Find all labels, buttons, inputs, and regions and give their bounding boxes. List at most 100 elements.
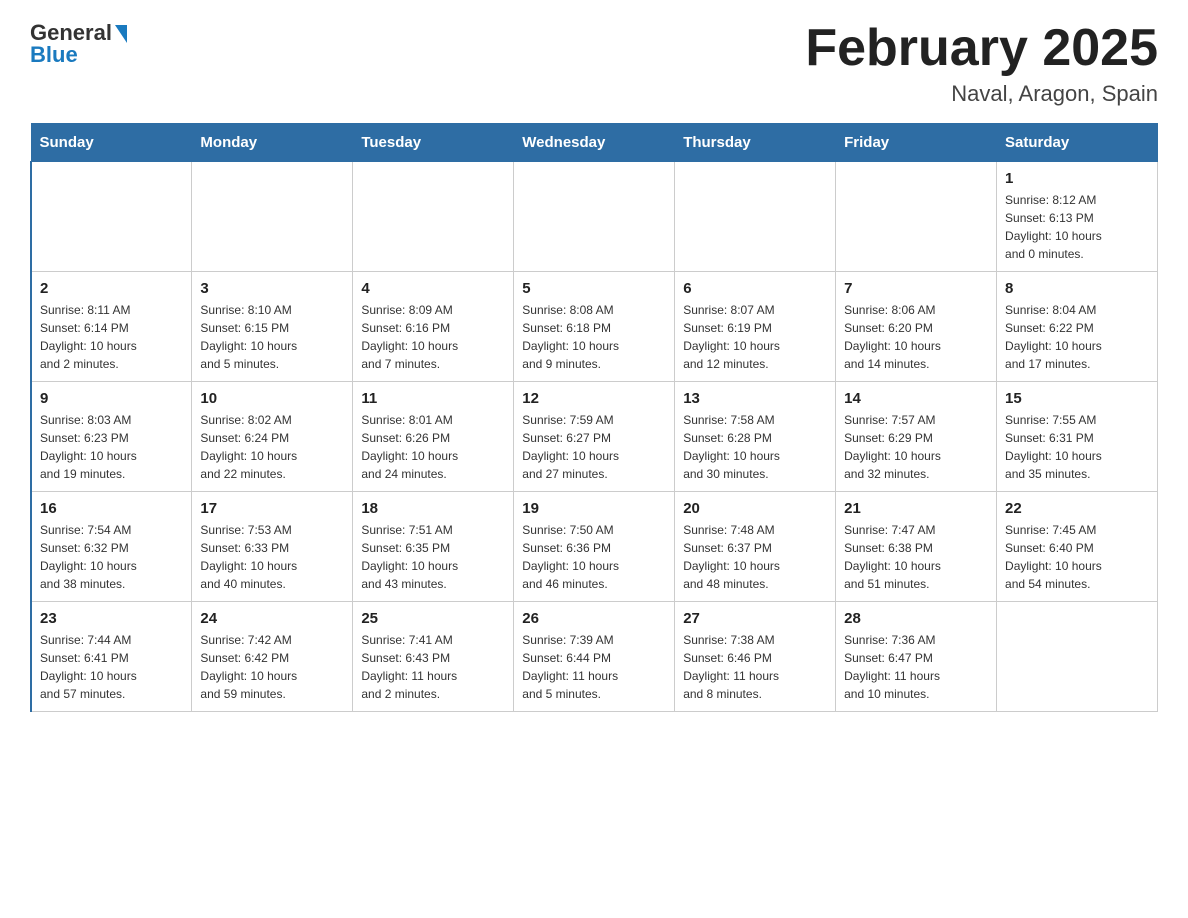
weekday-header-saturday: Saturday bbox=[997, 124, 1158, 162]
calendar-cell: 25 Sunrise: 7:41 AM Sunset: 6:43 PM Dayli… bbox=[353, 602, 514, 712]
logo-triangle-icon bbox=[115, 25, 127, 43]
day-info: Sunrise: 7:42 AM Sunset: 6:42 PM Dayligh… bbox=[200, 631, 344, 703]
logo-blue-text: Blue bbox=[30, 42, 78, 68]
weekday-header-thursday: Thursday bbox=[675, 124, 836, 162]
calendar-cell: 10 Sunrise: 8:02 AM Sunset: 6:24 PM Dayli… bbox=[192, 382, 353, 492]
day-number: 10 bbox=[200, 390, 344, 407]
calendar-cell: 7 Sunrise: 8:06 AM Sunset: 6:20 PM Daylig… bbox=[836, 272, 997, 382]
calendar-cell: 12 Sunrise: 7:59 AM Sunset: 6:27 PM Dayli… bbox=[514, 382, 675, 492]
day-info: Sunrise: 7:51 AM Sunset: 6:35 PM Dayligh… bbox=[361, 521, 505, 593]
month-title: February 2025 bbox=[805, 20, 1158, 77]
calendar-cell bbox=[836, 162, 997, 272]
day-info: Sunrise: 7:45 AM Sunset: 6:40 PM Dayligh… bbox=[1005, 521, 1149, 593]
calendar-cell bbox=[514, 162, 675, 272]
day-info: Sunrise: 8:10 AM Sunset: 6:15 PM Dayligh… bbox=[200, 301, 344, 373]
day-number: 20 bbox=[683, 500, 827, 517]
weekday-header-row: SundayMondayTuesdayWednesdayThursdayFrid… bbox=[31, 124, 1158, 162]
day-info: Sunrise: 7:44 AM Sunset: 6:41 PM Dayligh… bbox=[40, 631, 183, 703]
day-number: 19 bbox=[522, 500, 666, 517]
day-info: Sunrise: 8:01 AM Sunset: 6:26 PM Dayligh… bbox=[361, 411, 505, 483]
day-number: 17 bbox=[200, 500, 344, 517]
day-number: 16 bbox=[40, 500, 183, 517]
day-number: 1 bbox=[1005, 170, 1149, 187]
calendar-cell: 23 Sunrise: 7:44 AM Sunset: 6:41 PM Dayli… bbox=[31, 602, 192, 712]
weekday-header-monday: Monday bbox=[192, 124, 353, 162]
day-info: Sunrise: 8:12 AM Sunset: 6:13 PM Dayligh… bbox=[1005, 191, 1149, 263]
calendar-cell: 20 Sunrise: 7:48 AM Sunset: 6:37 PM Dayli… bbox=[675, 492, 836, 602]
calendar-week-row: 2Sunrise: 8:11 AM Sunset: 6:14 PM Daylig… bbox=[31, 272, 1158, 382]
calendar-week-row: 9 Sunrise: 8:03 AM Sunset: 6:23 PM Daylig… bbox=[31, 382, 1158, 492]
calendar-cell bbox=[353, 162, 514, 272]
day-number: 24 bbox=[200, 610, 344, 627]
day-info: Sunrise: 7:58 AM Sunset: 6:28 PM Dayligh… bbox=[683, 411, 827, 483]
calendar-cell: 17 Sunrise: 7:53 AM Sunset: 6:33 PM Dayli… bbox=[192, 492, 353, 602]
calendar-cell: 13 Sunrise: 7:58 AM Sunset: 6:28 PM Dayli… bbox=[675, 382, 836, 492]
day-number: 7 bbox=[844, 280, 988, 297]
day-info: Sunrise: 7:38 AM Sunset: 6:46 PM Dayligh… bbox=[683, 631, 827, 703]
day-info: Sunrise: 8:03 AM Sunset: 6:23 PM Dayligh… bbox=[40, 411, 183, 483]
calendar-cell: 16 Sunrise: 7:54 AM Sunset: 6:32 PM Dayli… bbox=[31, 492, 192, 602]
weekday-header-sunday: Sunday bbox=[31, 124, 192, 162]
calendar-cell bbox=[31, 162, 192, 272]
calendar-header: SundayMondayTuesdayWednesdayThursdayFrid… bbox=[31, 124, 1158, 162]
page-header: General Blue February 2025 Naval, Aragon… bbox=[30, 20, 1158, 107]
weekday-header-wednesday: Wednesday bbox=[514, 124, 675, 162]
day-number: 18 bbox=[361, 500, 505, 517]
day-info: Sunrise: 7:59 AM Sunset: 6:27 PM Dayligh… bbox=[522, 411, 666, 483]
calendar-cell: 21 Sunrise: 7:47 AM Sunset: 6:38 PM Dayli… bbox=[836, 492, 997, 602]
day-info: Sunrise: 7:36 AM Sunset: 6:47 PM Dayligh… bbox=[844, 631, 988, 703]
day-info: Sunrise: 7:41 AM Sunset: 6:43 PM Dayligh… bbox=[361, 631, 505, 703]
calendar-cell: 8 Sunrise: 8:04 AM Sunset: 6:22 PM Daylig… bbox=[997, 272, 1158, 382]
day-number: 9 bbox=[40, 390, 183, 407]
day-info: Sunrise: 8:02 AM Sunset: 6:24 PM Dayligh… bbox=[200, 411, 344, 483]
day-number: 13 bbox=[683, 390, 827, 407]
calendar-cell: 24 Sunrise: 7:42 AM Sunset: 6:42 PM Dayli… bbox=[192, 602, 353, 712]
calendar-cell: 18 Sunrise: 7:51 AM Sunset: 6:35 PM Dayli… bbox=[353, 492, 514, 602]
day-info: Sunrise: 7:48 AM Sunset: 6:37 PM Dayligh… bbox=[683, 521, 827, 593]
day-number: 5 bbox=[522, 280, 666, 297]
calendar-week-row: 23 Sunrise: 7:44 AM Sunset: 6:41 PM Dayli… bbox=[31, 602, 1158, 712]
calendar-cell bbox=[997, 602, 1158, 712]
calendar-cell bbox=[192, 162, 353, 272]
weekday-header-tuesday: Tuesday bbox=[353, 124, 514, 162]
day-number: 28 bbox=[844, 610, 988, 627]
calendar-body: 1 Sunrise: 8:12 AM Sunset: 6:13 PM Daylig… bbox=[31, 162, 1158, 712]
calendar-week-row: 1 Sunrise: 8:12 AM Sunset: 6:13 PM Daylig… bbox=[31, 162, 1158, 272]
calendar-cell: 26Sunrise: 7:39 AM Sunset: 6:44 PM Dayli… bbox=[514, 602, 675, 712]
day-number: 3 bbox=[200, 280, 344, 297]
calendar-table: SundayMondayTuesdayWednesdayThursdayFrid… bbox=[30, 123, 1158, 712]
day-info: Sunrise: 8:04 AM Sunset: 6:22 PM Dayligh… bbox=[1005, 301, 1149, 373]
day-number: 6 bbox=[683, 280, 827, 297]
day-info: Sunrise: 8:08 AM Sunset: 6:18 PM Dayligh… bbox=[522, 301, 666, 373]
day-number: 8 bbox=[1005, 280, 1149, 297]
day-info: Sunrise: 8:09 AM Sunset: 6:16 PM Dayligh… bbox=[361, 301, 505, 373]
day-info: Sunrise: 7:55 AM Sunset: 6:31 PM Dayligh… bbox=[1005, 411, 1149, 483]
calendar-cell: 1 Sunrise: 8:12 AM Sunset: 6:13 PM Daylig… bbox=[997, 162, 1158, 272]
day-info: Sunrise: 7:53 AM Sunset: 6:33 PM Dayligh… bbox=[200, 521, 344, 593]
day-info: Sunrise: 7:54 AM Sunset: 6:32 PM Dayligh… bbox=[40, 521, 183, 593]
calendar-cell: 4Sunrise: 8:09 AM Sunset: 6:16 PM Daylig… bbox=[353, 272, 514, 382]
calendar-cell: 28 Sunrise: 7:36 AM Sunset: 6:47 PM Dayli… bbox=[836, 602, 997, 712]
day-info: Sunrise: 8:11 AM Sunset: 6:14 PM Dayligh… bbox=[40, 301, 183, 373]
day-number: 12 bbox=[522, 390, 666, 407]
day-info: Sunrise: 7:50 AM Sunset: 6:36 PM Dayligh… bbox=[522, 521, 666, 593]
calendar-week-row: 16 Sunrise: 7:54 AM Sunset: 6:32 PM Dayli… bbox=[31, 492, 1158, 602]
day-info: Sunrise: 8:06 AM Sunset: 6:20 PM Dayligh… bbox=[844, 301, 988, 373]
day-info: Sunrise: 7:47 AM Sunset: 6:38 PM Dayligh… bbox=[844, 521, 988, 593]
calendar-cell: 5 Sunrise: 8:08 AM Sunset: 6:18 PM Daylig… bbox=[514, 272, 675, 382]
calendar-cell: 15 Sunrise: 7:55 AM Sunset: 6:31 PM Dayli… bbox=[997, 382, 1158, 492]
title-area: February 2025 Naval, Aragon, Spain bbox=[805, 20, 1158, 107]
calendar-cell bbox=[675, 162, 836, 272]
day-number: 25 bbox=[361, 610, 505, 627]
logo: General Blue bbox=[30, 20, 127, 68]
day-info: Sunrise: 7:57 AM Sunset: 6:29 PM Dayligh… bbox=[844, 411, 988, 483]
day-number: 21 bbox=[844, 500, 988, 517]
calendar-cell: 19 Sunrise: 7:50 AM Sunset: 6:36 PM Dayli… bbox=[514, 492, 675, 602]
day-info: Sunrise: 8:07 AM Sunset: 6:19 PM Dayligh… bbox=[683, 301, 827, 373]
location-subtitle: Naval, Aragon, Spain bbox=[805, 81, 1158, 107]
day-number: 23 bbox=[40, 610, 183, 627]
day-number: 14 bbox=[844, 390, 988, 407]
day-number: 15 bbox=[1005, 390, 1149, 407]
day-number: 27 bbox=[683, 610, 827, 627]
day-number: 11 bbox=[361, 390, 505, 407]
